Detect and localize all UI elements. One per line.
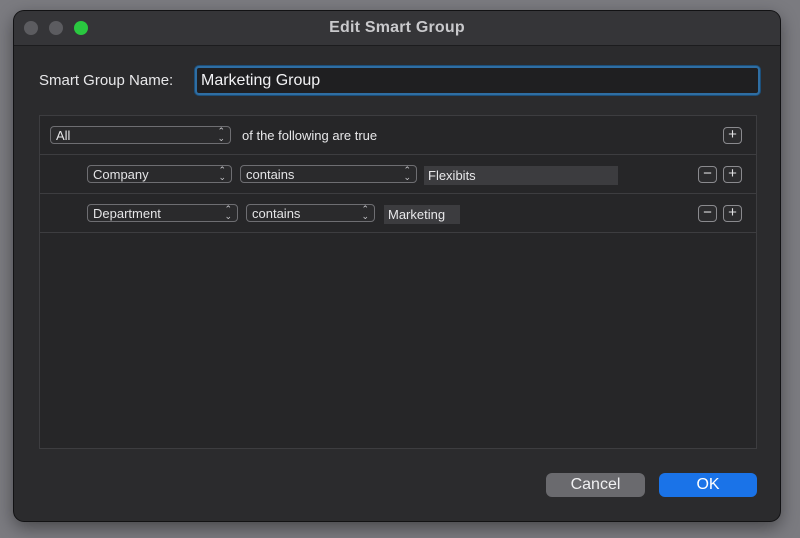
chevron-up-down-icon: ⌃ ⌄ bbox=[361, 204, 369, 221]
rule-row: Company ⌃ ⌄ contains ⌃ ⌄ Flexibits − + bbox=[40, 155, 756, 194]
rule-operator-value: contains bbox=[252, 206, 301, 221]
add-rule-button[interactable]: + bbox=[723, 166, 742, 183]
chevron-up-down-icon: ⌃ ⌄ bbox=[224, 204, 232, 221]
match-description: of the following are true bbox=[242, 128, 378, 143]
remove-rule-button[interactable]: − bbox=[698, 166, 717, 183]
ok-button[interactable]: OK bbox=[659, 473, 757, 497]
chevron-up-down-icon: ⌃ ⌄ bbox=[217, 126, 225, 143]
title-bar: Edit Smart Group bbox=[14, 11, 780, 46]
rule-operator-popup[interactable]: contains ⌃ ⌄ bbox=[246, 204, 375, 222]
rule-row: Department ⌃ ⌄ contains ⌃ ⌄ Marketing − + bbox=[40, 194, 756, 233]
plus-icon: + bbox=[728, 126, 737, 143]
match-row: All ⌃ ⌄ of the following are true + bbox=[40, 116, 756, 155]
rule-operator-value: contains bbox=[246, 167, 295, 182]
match-type-value: All bbox=[56, 128, 71, 143]
add-rule-button[interactable]: + bbox=[723, 205, 742, 222]
rule-field-value: Department bbox=[93, 206, 161, 221]
minus-icon: − bbox=[703, 165, 712, 182]
remove-rule-button[interactable]: − bbox=[698, 205, 717, 222]
edit-smart-group-dialog: Edit Smart Group Smart Group Name: Marke… bbox=[14, 11, 780, 521]
add-rule-button[interactable]: + bbox=[723, 127, 742, 144]
plus-icon: + bbox=[728, 204, 737, 221]
smart-group-name-label: Smart Group Name: bbox=[39, 72, 174, 89]
chevron-up-down-icon: ⌃ ⌄ bbox=[218, 165, 226, 182]
plus-icon: + bbox=[728, 165, 737, 182]
cancel-button[interactable]: Cancel bbox=[546, 473, 645, 497]
rule-field-popup[interactable]: Department ⌃ ⌄ bbox=[87, 204, 238, 222]
criteria-panel: All ⌃ ⌄ of the following are true + Compa… bbox=[39, 115, 757, 449]
smart-group-name-input[interactable]: Marketing Group bbox=[195, 66, 760, 95]
rule-value-field[interactable]: Flexibits bbox=[424, 166, 618, 185]
rule-value-field[interactable]: Marketing bbox=[384, 205, 460, 224]
rule-field-value: Company bbox=[93, 167, 149, 182]
window-title: Edit Smart Group bbox=[329, 19, 465, 36]
chevron-up-down-icon: ⌃ ⌄ bbox=[403, 165, 411, 182]
minus-icon: − bbox=[703, 204, 712, 221]
rule-operator-popup[interactable]: contains ⌃ ⌄ bbox=[240, 165, 417, 183]
match-type-popup[interactable]: All ⌃ ⌄ bbox=[50, 126, 231, 144]
rule-field-popup[interactable]: Company ⌃ ⌄ bbox=[87, 165, 232, 183]
